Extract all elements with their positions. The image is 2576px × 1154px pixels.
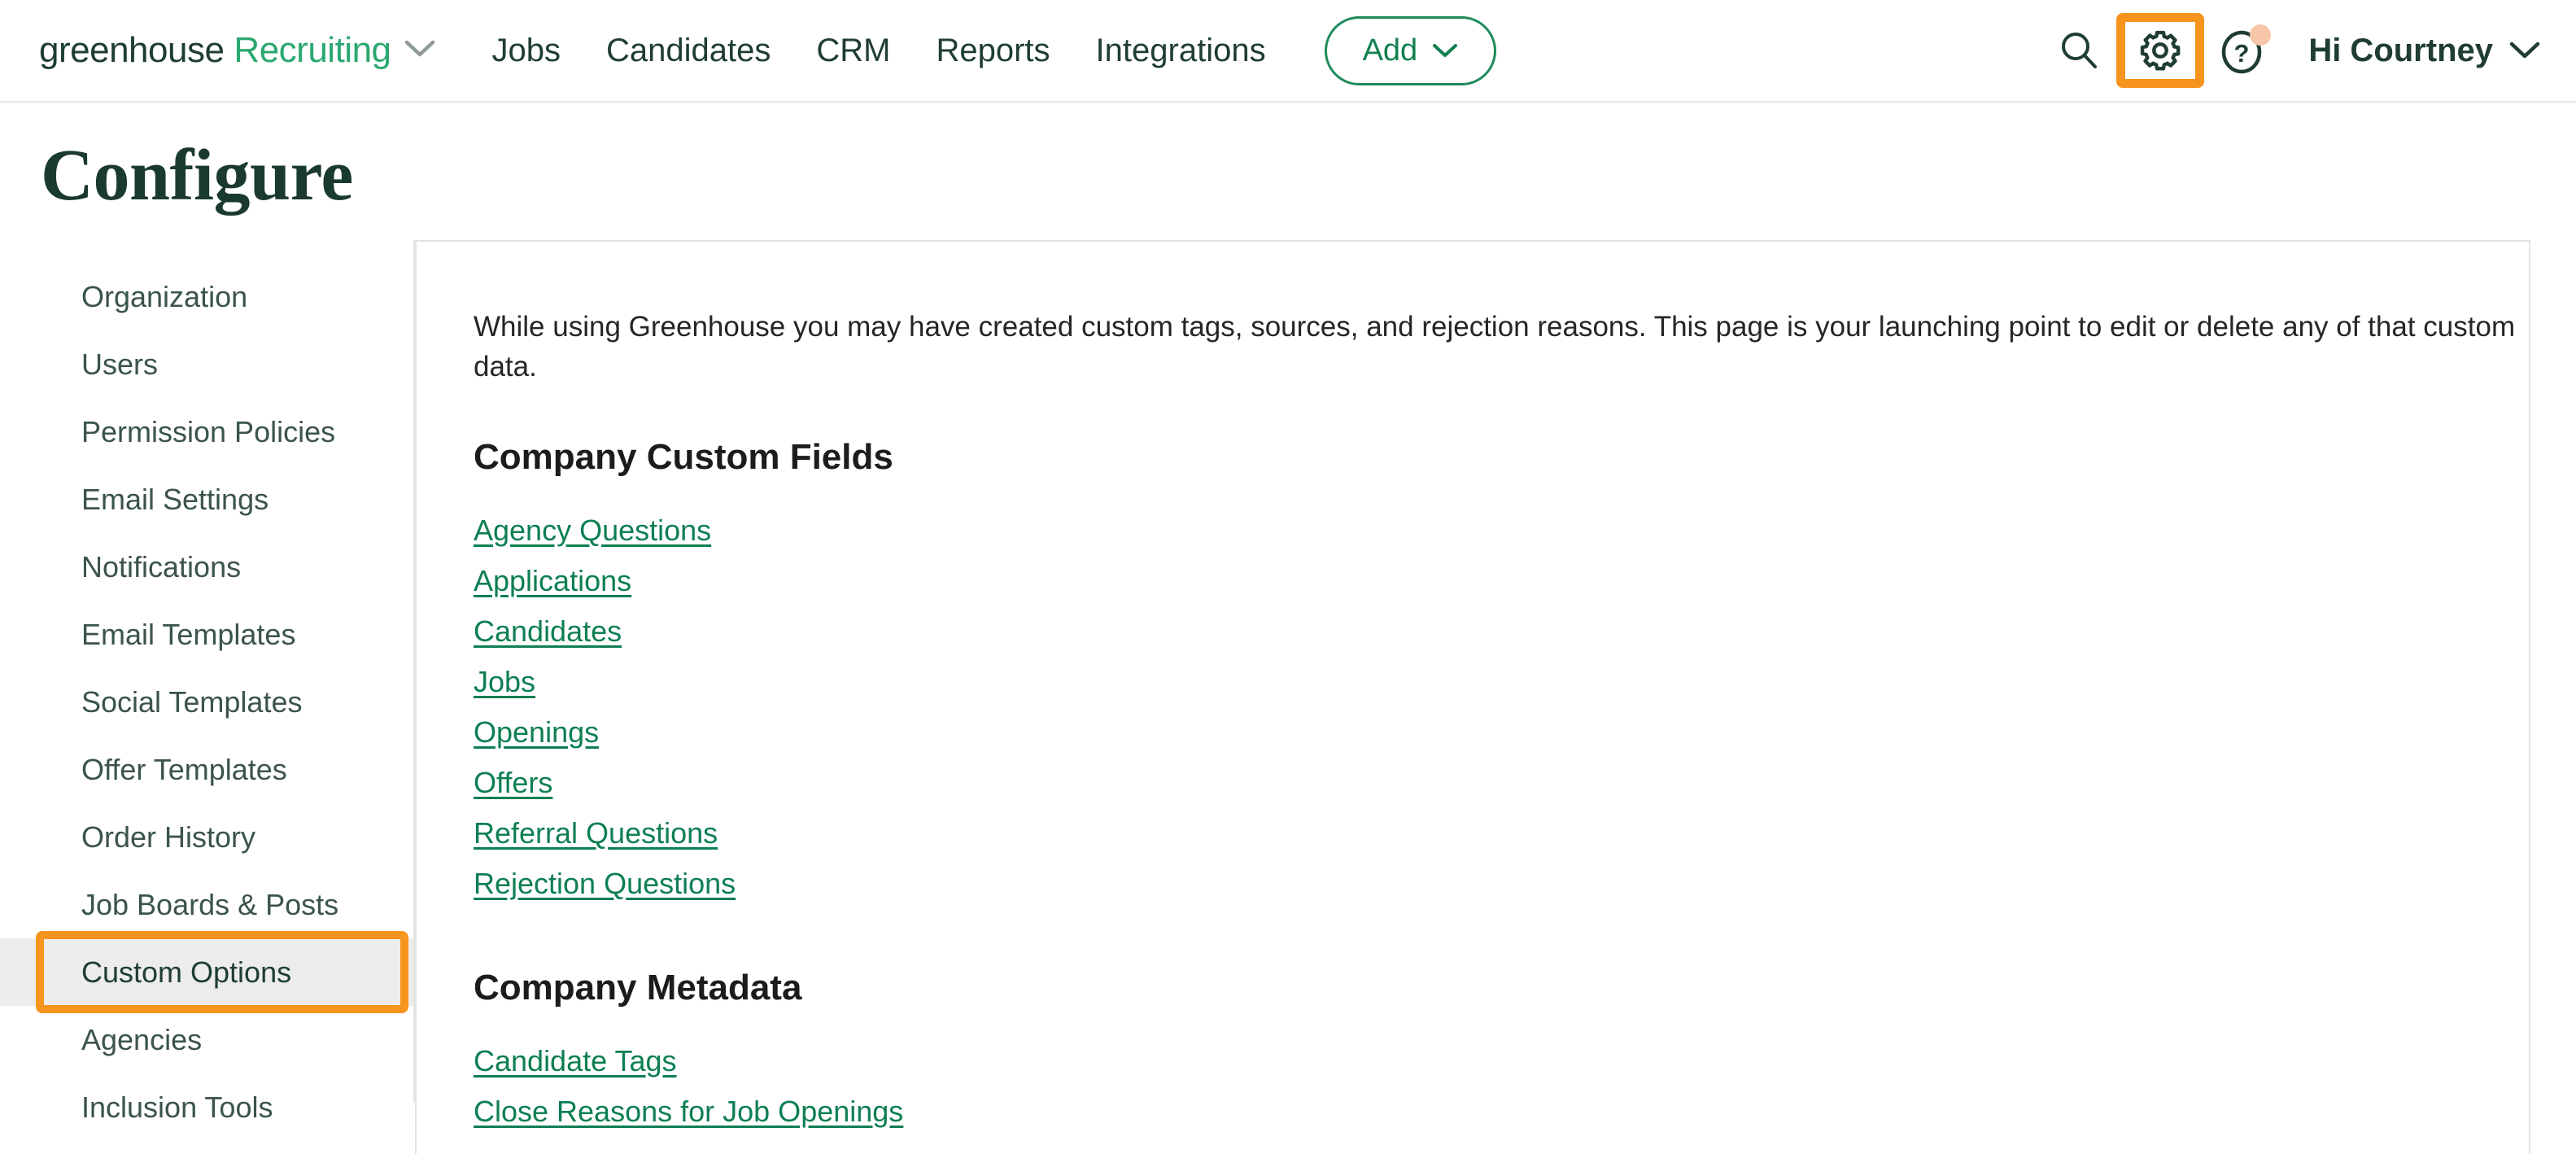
custom-options-card: While using Greenhouse you may have crea… bbox=[415, 240, 2530, 1154]
user-menu[interactable]: Hi Courtney bbox=[2308, 33, 2540, 69]
add-button-label: Add bbox=[1362, 33, 1418, 68]
user-menu-label: Hi Courtney bbox=[2308, 32, 2493, 68]
link-candidate-tags[interactable]: Candidate Tags bbox=[474, 1036, 677, 1086]
sidebar-item-email-templates[interactable]: Email Templates bbox=[0, 601, 413, 668]
sidebar-item-custom-options-wrapper: Custom Options bbox=[0, 931, 413, 1013]
company-metadata-links: Candidate Tags Close Reasons for Job Ope… bbox=[474, 1036, 2529, 1137]
link-agency-questions[interactable]: Agency Questions bbox=[474, 505, 711, 556]
sidebar-item-inclusion-tools[interactable]: Inclusion Tools bbox=[0, 1073, 413, 1141]
link-openings[interactable]: Openings bbox=[474, 707, 599, 758]
nav-item-candidates[interactable]: Candidates bbox=[606, 33, 771, 69]
link-offers[interactable]: Offers bbox=[474, 758, 552, 808]
chevron-down-icon bbox=[1432, 42, 1458, 59]
add-button[interactable]: Add bbox=[1324, 15, 1497, 85]
list-item: Offers bbox=[474, 758, 2529, 808]
gear-icon bbox=[2137, 28, 2183, 73]
top-navigation-bar: greenhouse Recruiting Jobs Candidates CR… bbox=[0, 0, 2576, 103]
link-close-reasons-for-job-openings[interactable]: Close Reasons for Job Openings bbox=[474, 1086, 903, 1137]
nav-item-reports[interactable]: Reports bbox=[936, 33, 1050, 69]
sidebar-item-users[interactable]: Users bbox=[0, 330, 413, 398]
nav-item-integrations[interactable]: Integrations bbox=[1096, 33, 1266, 69]
link-jobs[interactable]: Jobs bbox=[474, 657, 535, 707]
brand-primary-text: greenhouse bbox=[39, 30, 225, 70]
sidebar-item-notifications[interactable]: Notifications bbox=[0, 533, 413, 601]
topnav-right-actions: ? Hi Courtney bbox=[2041, 13, 2540, 88]
sidebar-item-social-templates[interactable]: Social Templates bbox=[0, 668, 413, 736]
settings-button[interactable] bbox=[2116, 13, 2205, 88]
list-item: Applications bbox=[474, 556, 2529, 606]
sidebar-item-email-settings[interactable]: Email Settings bbox=[0, 466, 413, 533]
list-item: Jobs bbox=[474, 657, 2529, 707]
page-title: Configure bbox=[41, 135, 353, 216]
list-item: Candidates bbox=[474, 606, 2529, 657]
nav-item-crm[interactable]: CRM bbox=[816, 33, 890, 69]
list-item: Candidate Tags bbox=[474, 1036, 2529, 1086]
sidebar-item-permission-policies[interactable]: Permission Policies bbox=[0, 398, 413, 466]
chevron-down-icon bbox=[2509, 41, 2540, 60]
page-body: Organization Users Permission Policies E… bbox=[0, 240, 2576, 1154]
company-custom-fields-links: Agency Questions Applications Candidates… bbox=[474, 505, 2529, 909]
configure-sidebar: Organization Users Permission Policies E… bbox=[0, 240, 415, 1124]
link-rejection-questions[interactable]: Rejection Questions bbox=[474, 859, 736, 909]
link-applications[interactable]: Applications bbox=[474, 556, 631, 606]
sidebar-item-custom-options[interactable]: Custom Options bbox=[0, 938, 413, 1006]
link-candidates[interactable]: Candidates bbox=[474, 606, 622, 657]
link-referral-questions[interactable]: Referral Questions bbox=[474, 808, 718, 859]
svg-text:?: ? bbox=[2234, 39, 2250, 68]
intro-paragraph: While using Greenhouse you may have crea… bbox=[474, 311, 2516, 382]
list-item: Openings bbox=[474, 707, 2529, 758]
sidebar-item-order-history[interactable]: Order History bbox=[0, 803, 413, 871]
sidebar-item-job-boards-posts[interactable]: Job Boards & Posts bbox=[0, 871, 413, 938]
notification-dot bbox=[2250, 24, 2272, 46]
list-item: Referral Questions bbox=[474, 808, 2529, 859]
sidebar-item-agencies[interactable]: Agencies bbox=[0, 1006, 413, 1073]
sidebar-item-organization[interactable]: Organization bbox=[0, 263, 413, 330]
search-icon bbox=[2057, 28, 2101, 72]
brand-logo[interactable]: greenhouse Recruiting bbox=[39, 30, 435, 71]
nav-item-jobs[interactable]: Jobs bbox=[492, 33, 561, 69]
brand-secondary-text: Recruiting bbox=[234, 30, 391, 70]
sidebar-item-offer-templates[interactable]: Offer Templates bbox=[0, 736, 413, 803]
main-content: While using Greenhouse you may have crea… bbox=[415, 240, 2576, 1154]
help-button[interactable]: ? bbox=[2204, 13, 2279, 88]
section-heading-company-metadata: Company Metadata bbox=[474, 968, 802, 1008]
list-item: Close Reasons for Job Openings bbox=[474, 1086, 2529, 1137]
primary-nav: Jobs Candidates CRM Reports Integrations bbox=[492, 33, 1266, 69]
list-item: Agency Questions bbox=[474, 505, 2529, 556]
chevron-down-icon[interactable] bbox=[404, 39, 435, 59]
search-button[interactable] bbox=[2041, 13, 2116, 88]
list-item: Rejection Questions bbox=[474, 859, 2529, 909]
section-heading-company-custom-fields: Company Custom Fields bbox=[474, 437, 893, 477]
